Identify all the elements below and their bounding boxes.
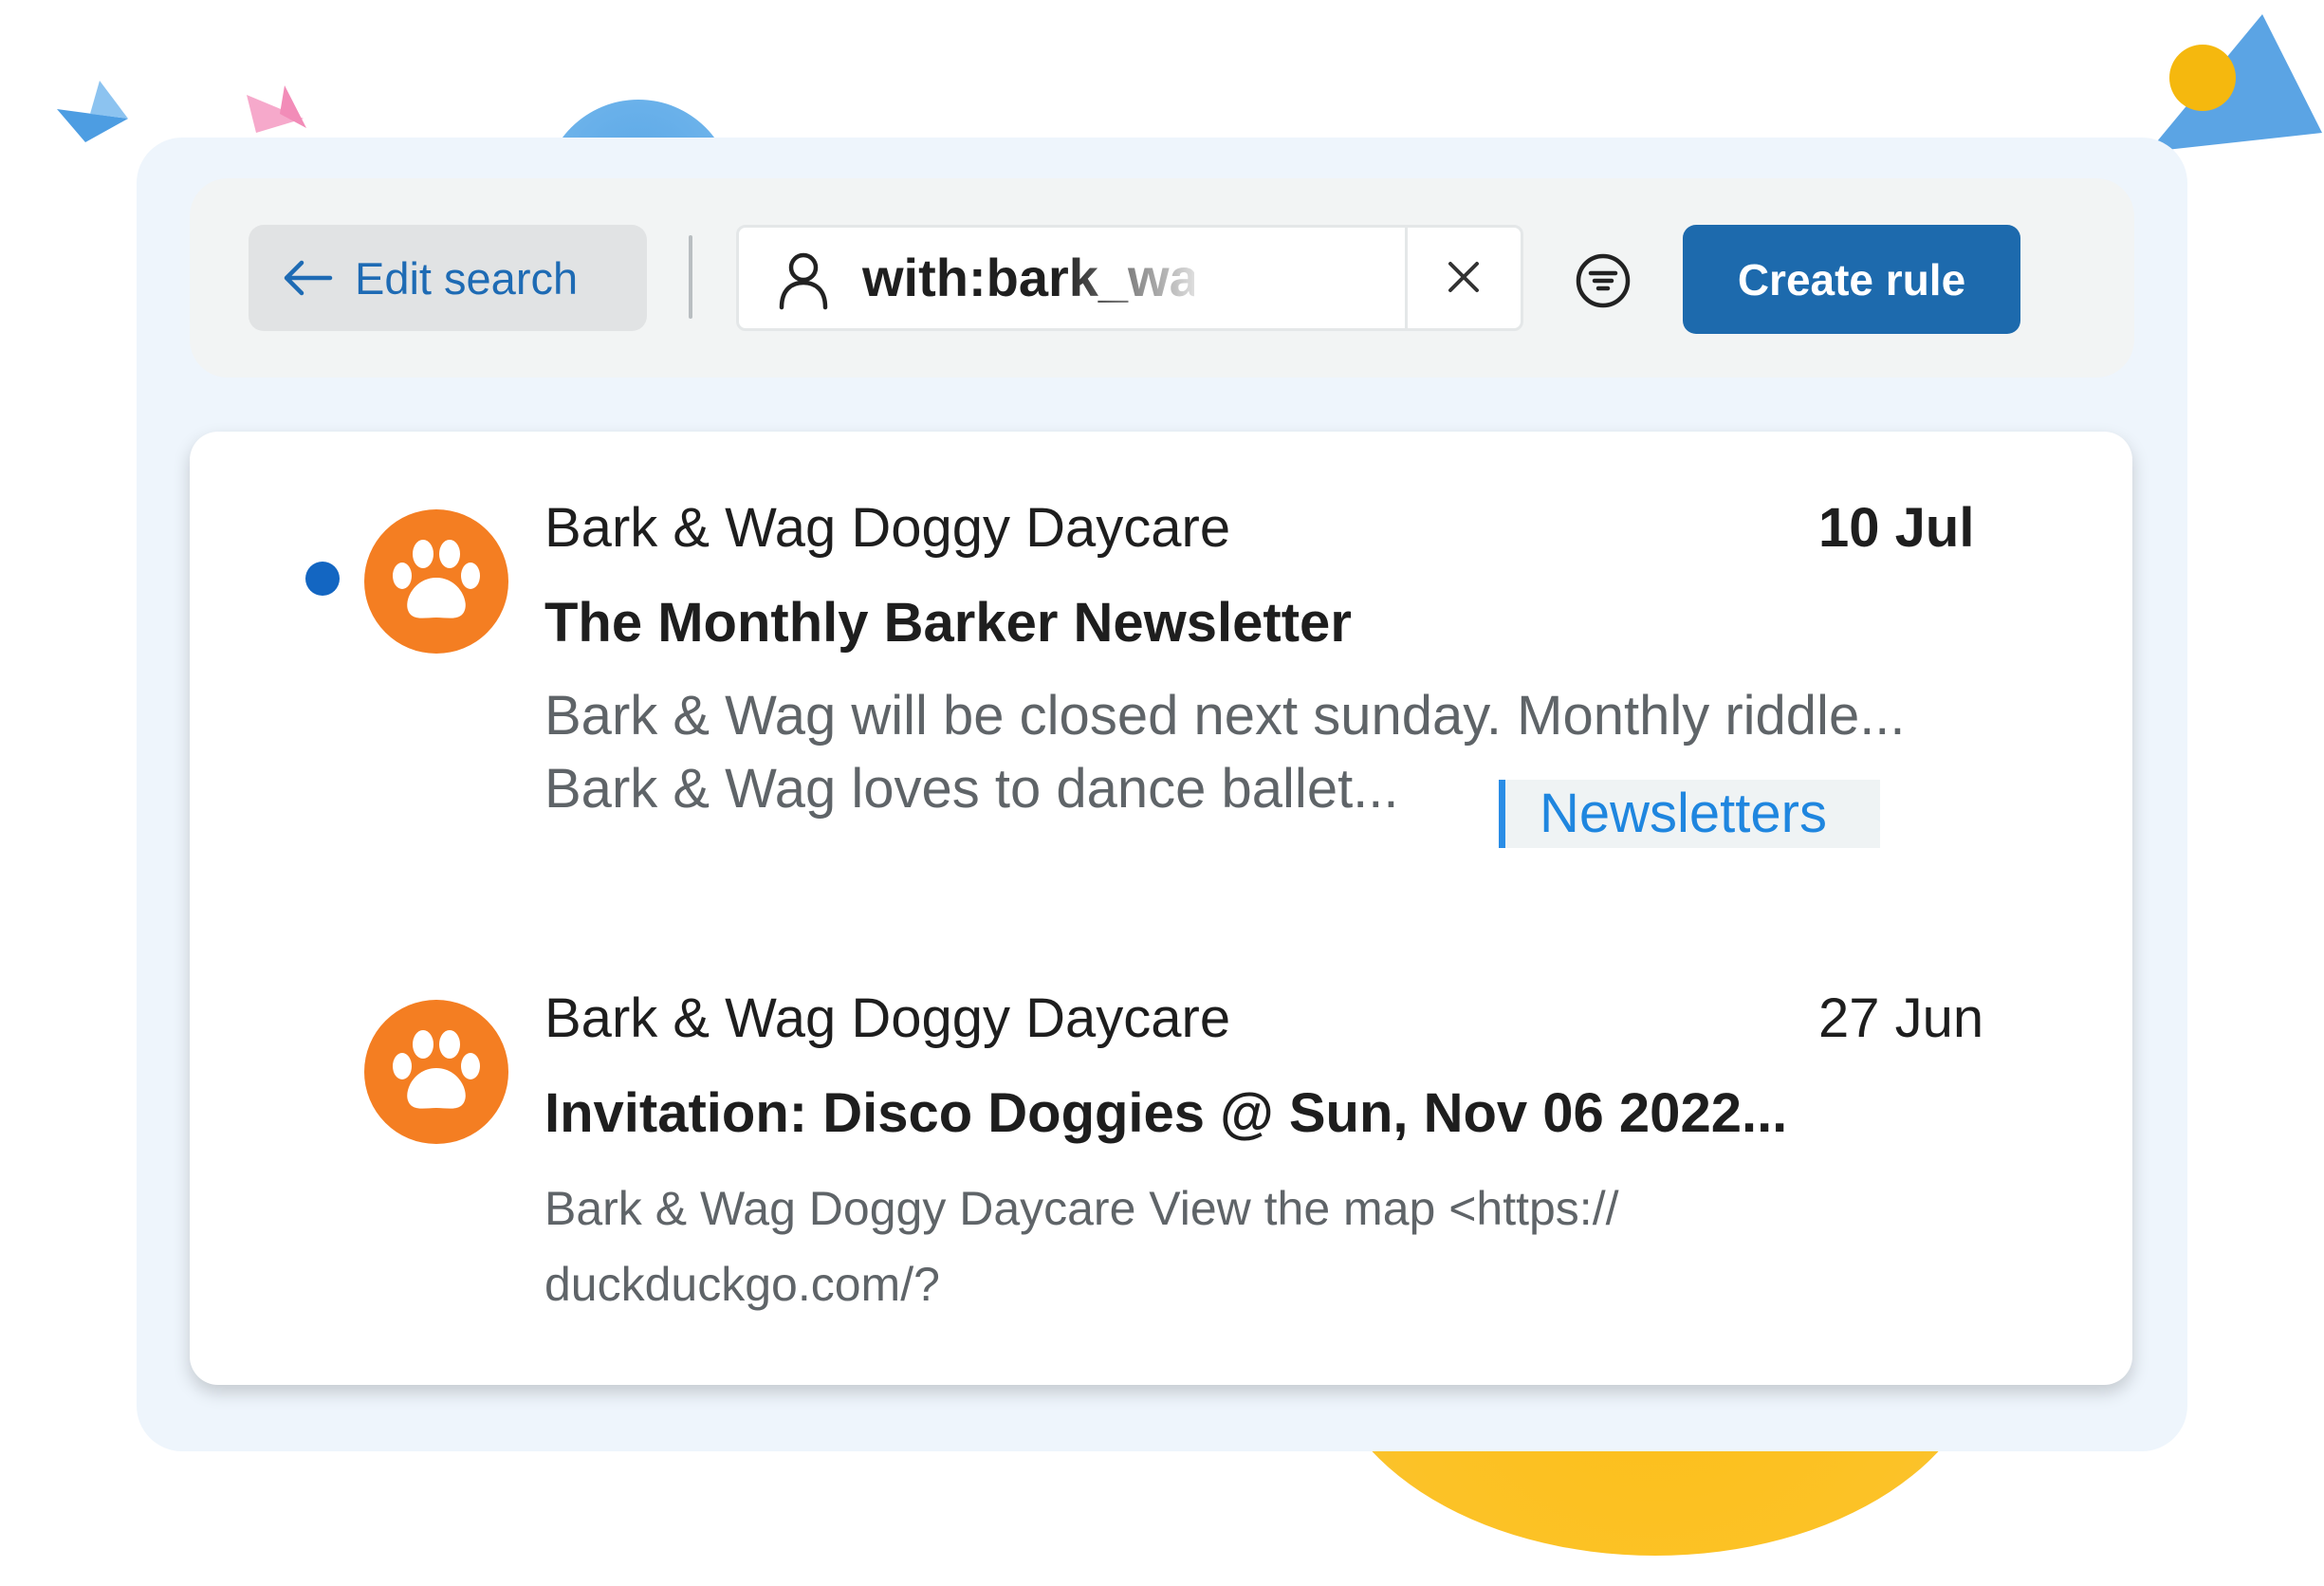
avatar: [364, 509, 508, 654]
label-badge-newsletters[interactable]: Newsletters: [1499, 780, 1880, 848]
search-clear-separator: [1405, 228, 1408, 328]
message-row[interactable]: Bark & Wag Doggy Daycare 27 Jun Invitati…: [190, 915, 2132, 1371]
unread-indicator: [305, 562, 340, 596]
message-snippet-line-1: Bark & Wag Doggy Daycare View the map <h…: [544, 1182, 1619, 1235]
message-snippet-line-1: Bark & Wag will be closed next sunday. M…: [544, 685, 1906, 747]
message-date: 27 Jun: [1818, 987, 1984, 1049]
create-rule-button[interactable]: Create rule: [1683, 225, 2020, 334]
arrow-left-icon: [284, 260, 333, 296]
search-input[interactable]: with:bark_wag@fa: [736, 225, 1523, 331]
message-list: Bark & Wag Doggy Daycare 10 Jul The Mont…: [190, 432, 2132, 1385]
paw-icon: [393, 540, 480, 618]
user-icon: [779, 252, 828, 310]
toolbar-divider: [689, 235, 692, 319]
edit-search-label: Edit search: [355, 252, 579, 304]
message-subject: Invitation: Disco Doggies @ Sun, Nov 06 …: [544, 1082, 1788, 1144]
search-query-text: with:bark_wag@fa: [862, 248, 1194, 307]
close-icon[interactable]: [1441, 254, 1486, 300]
message-snippet-line-2: duckduckgo.com/?: [544, 1258, 940, 1311]
message-row[interactable]: Bark & Wag Doggy Daycare 10 Jul The Mont…: [190, 432, 2132, 906]
message-sender: Bark & Wag Doggy Daycare: [544, 497, 1231, 559]
avatar: [364, 1000, 508, 1144]
decorative-blue-triangle: [57, 81, 128, 142]
message-date: 10 Jul: [1818, 497, 1975, 559]
message-subject: The Monthly Barker Newsletter: [544, 592, 1352, 654]
filter-icon[interactable]: [1573, 250, 1633, 311]
message-sender: Bark & Wag Doggy Daycare: [544, 987, 1231, 1049]
message-snippet-line-2: Bark & Wag loves to dance ballet...: [544, 758, 1399, 820]
decorative-triangle-with-dot: [2149, 14, 2322, 152]
decorative-pink-triangle: [247, 85, 306, 133]
edit-search-button[interactable]: Edit search: [249, 225, 647, 331]
paw-icon: [393, 1030, 480, 1109]
